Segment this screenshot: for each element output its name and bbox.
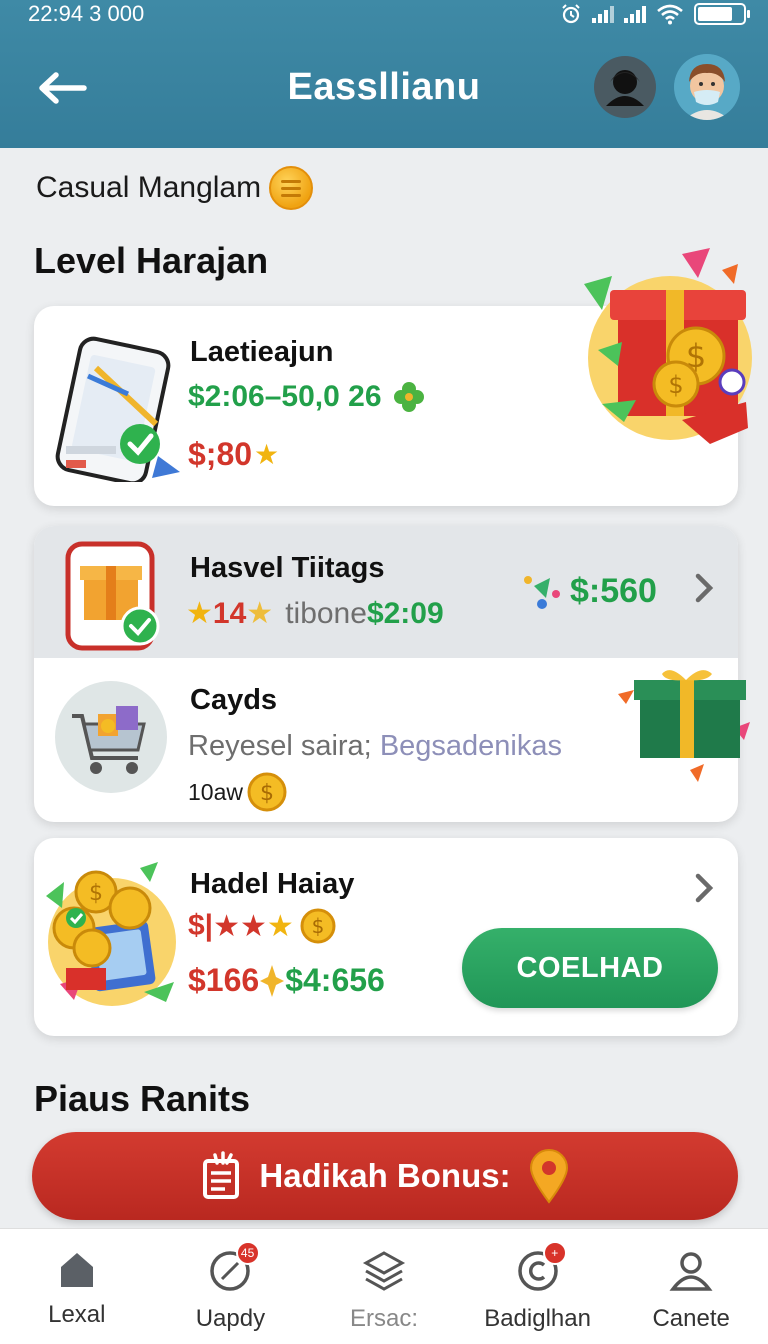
cell-signal-icon — [592, 5, 614, 23]
svg-text:$: $ — [668, 371, 683, 399]
card-2-stats-row: ★ 14 ★ tibone $2:09 — [186, 596, 444, 631]
nav-label: Lexal — [48, 1301, 106, 1328]
star-icon: ★ — [254, 439, 280, 470]
profile-avatar[interactable] — [674, 54, 740, 120]
nav-label: Canete — [652, 1305, 730, 1332]
green-gift-icon — [618, 670, 750, 782]
card-4-value-red: $166 — [188, 962, 260, 998]
star-icon: ★ — [213, 909, 240, 943]
star-icon: ★ — [246, 597, 274, 630]
card-4-values-row: $166 $4:656 — [188, 962, 385, 999]
card-4-value-green: $4:656 — [285, 962, 385, 998]
nav-label: Badiglhan — [484, 1305, 591, 1332]
nav-item-ersac[interactable]: Ersac: — [307, 1229, 461, 1344]
user-avatar[interactable] — [594, 56, 656, 118]
card-1-range-row: $2:06–50,0 26 — [188, 380, 426, 414]
chevron-right-icon[interactable] — [692, 870, 716, 906]
gift-coins-burst-icon: $ $ — [584, 248, 752, 444]
card-3-desc-b: Begsadenikas — [379, 730, 562, 762]
shopping-cart-icon — [55, 681, 167, 793]
svg-text:$: $ — [260, 781, 274, 806]
card-2-sub-text: tibone — [285, 596, 367, 630]
layers-icon — [362, 1251, 406, 1291]
game-category-label: Casual Manglam — [36, 171, 262, 204]
sparkle-coin-icon — [260, 964, 285, 997]
confetti-icon — [524, 576, 560, 609]
coin-dollar-icon: $ — [300, 908, 336, 944]
card-1-price-row: $;80 ★ — [188, 436, 279, 473]
nav-item-uapdy[interactable]: 45 Uapdy — [154, 1229, 308, 1344]
star-icon: ★ — [239, 909, 267, 943]
app-header: 22:94 3 000 Eassllianu — [0, 0, 768, 148]
svg-text:$: $ — [311, 914, 324, 938]
person-silhouette-icon — [594, 56, 656, 118]
home-icon — [60, 1253, 93, 1287]
clover-icon — [393, 382, 424, 412]
card-4-title: Hadel Haiay — [190, 868, 355, 900]
chevron-right-icon — [695, 573, 714, 603]
coins-tablet-icon: $ — [46, 862, 176, 1006]
status-icons — [560, 3, 750, 25]
phone-checklist-icon — [55, 336, 180, 482]
card-1-title: Laetieajun — [190, 336, 334, 368]
card-1-range: $2:06–50,0 26 — [188, 380, 382, 413]
bonus-button-label: Hadikah Bonus: — [259, 1157, 511, 1194]
nav-item-lexal[interactable]: Lexal — [0, 1229, 154, 1344]
section-title-level: Level Harajan — [34, 240, 269, 281]
card-2-right-value: $:560 — [570, 572, 657, 610]
card-2-stars-value: 14 — [212, 596, 247, 630]
coin-icon — [269, 166, 314, 210]
card-3-desc-a: Reyesel saira; — [188, 730, 372, 762]
game-category-row: Casual Manglam — [36, 166, 314, 210]
bonus-button[interactable]: Hadikah Bonus: — [32, 1132, 738, 1220]
cell-signal-2-icon — [624, 5, 646, 23]
profile-icon — [669, 1252, 713, 1291]
nav-item-canete[interactable]: Canete — [614, 1229, 768, 1344]
coin-dollar-icon: $ — [247, 772, 287, 812]
svg-text:$: $ — [89, 881, 103, 906]
alarm-icon — [562, 4, 580, 24]
collect-button[interactable]: COELHAD — [462, 928, 718, 1008]
status-time: 22:94 3 000 — [28, 1, 145, 26]
card-3-meta-row: 10aw $ — [188, 772, 287, 812]
nav-label: Ersac: — [349, 1305, 418, 1332]
notification-badge: + — [542, 1241, 567, 1265]
wifi-icon — [657, 4, 683, 25]
card-4-rating-prefix: $| — [188, 909, 214, 942]
star-icon: ★ — [186, 597, 213, 630]
status-bar: 22:94 3 000 — [0, 0, 768, 28]
notification-badge: 45 — [235, 1241, 260, 1265]
clipboard-list-icon — [203, 1151, 240, 1199]
face-avatar-icon — [674, 54, 740, 120]
bottom-nav: Lexal 45 Uapdy Ersac: + Badiglhan Canete — [0, 1228, 768, 1344]
card-4-rating-row: $| ★ ★ ★ $ — [188, 908, 336, 944]
level-card-2[interactable]: Hasvel Tiitags ★ 14 ★ tibone $2:09 $:560 — [34, 526, 738, 658]
card-2-title: Hasvel Tiitags — [190, 552, 385, 584]
nav-item-badiglhan[interactable]: + Badiglhan — [461, 1229, 615, 1344]
nav-label: Uapdy — [195, 1305, 266, 1332]
card-3-title: Cayds — [190, 684, 278, 716]
star-icon: ★ — [266, 909, 294, 943]
card-1-price: $;80 — [188, 436, 253, 472]
section-title-bonus: Piaus Ranits — [34, 1078, 251, 1119]
card-3-description: Reyesel saira; Begsadenikas — [188, 730, 562, 763]
card-2-sub-value: $2:09 — [366, 596, 444, 630]
card-3-meta: 10aw — [188, 778, 243, 805]
gift-box-check-icon — [65, 541, 160, 651]
map-pin-icon — [529, 1149, 568, 1204]
battery-icon — [694, 3, 750, 25]
